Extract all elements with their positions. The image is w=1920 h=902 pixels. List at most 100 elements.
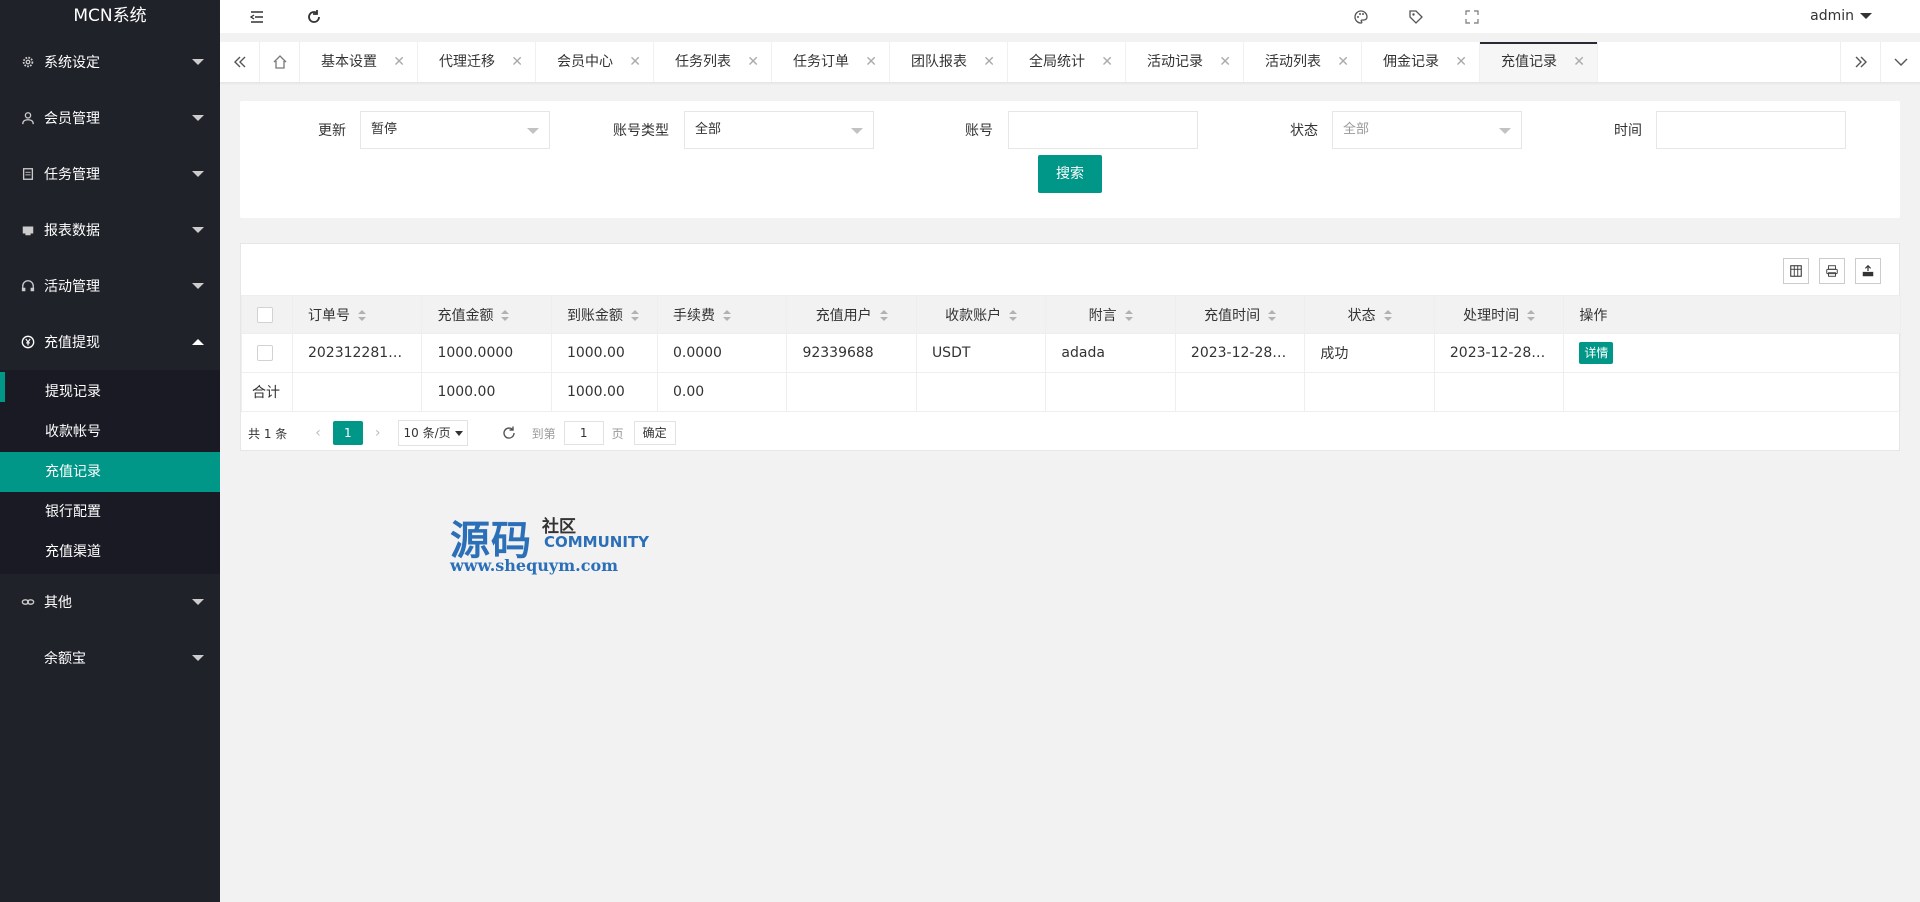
sort-icon[interactable] <box>1009 309 1018 322</box>
home-icon[interactable] <box>260 42 300 82</box>
close-icon[interactable]: ✕ <box>865 42 877 82</box>
search-button[interactable]: 搜索 <box>1038 155 1102 193</box>
status-select[interactable]: 全部 <box>1332 111 1522 149</box>
tab-recharge-records[interactable]: 充值记录 ✕ <box>1480 42 1598 82</box>
user-menu[interactable]: admin <box>1810 8 1872 24</box>
close-icon[interactable]: ✕ <box>983 42 995 82</box>
print-icon[interactable] <box>1819 258 1845 284</box>
tab-agent-migration[interactable]: 代理迁移 ✕ <box>418 42 536 82</box>
sidebar-item-other[interactable]: 其他 <box>0 574 220 630</box>
column-header-order-no[interactable]: 订单号 <box>291 295 423 334</box>
tabs-menu-chevron-down-icon[interactable] <box>1880 42 1920 82</box>
sort-icon[interactable] <box>1383 309 1392 322</box>
sort-icon[interactable] <box>1124 309 1133 322</box>
column-header-amount[interactable]: 充值金额 <box>421 295 552 334</box>
select-all-cell <box>241 295 293 334</box>
sidebar-subitem-withdraw-records[interactable]: 提现记录 <box>0 372 220 412</box>
close-icon[interactable]: ✕ <box>747 42 759 82</box>
sidebar-subitem-recharge-channels[interactable]: 充值渠道 <box>0 532 220 572</box>
sort-icon[interactable] <box>1268 309 1277 322</box>
tab-global-stats[interactable]: 全局统计 ✕ <box>1008 42 1126 82</box>
sidebar-item-recharge-withdraw[interactable]: 充值提现 <box>0 314 220 370</box>
cell-received: 1000.00 <box>550 333 658 373</box>
prev-page-icon[interactable]: ‹ <box>315 425 321 441</box>
column-header-recharge-time[interactable]: 充值时间 <box>1174 295 1306 334</box>
close-icon[interactable]: ✕ <box>629 42 641 82</box>
sidebar-item-label: 余额宝 <box>44 651 86 667</box>
detail-button[interactable]: 详情 <box>1579 342 1614 364</box>
fullscreen-icon[interactable] <box>1463 8 1481 26</box>
goto-page-input[interactable]: 1 <box>563 421 604 445</box>
refresh-icon[interactable] <box>500 424 518 442</box>
sort-icon[interactable] <box>722 309 731 322</box>
tab-member-center[interactable]: 会员中心 ✕ <box>536 42 654 82</box>
sidebar-subitem-label: 收款帐号 <box>45 424 101 440</box>
sort-icon[interactable] <box>501 309 510 322</box>
close-icon[interactable]: ✕ <box>1573 42 1585 82</box>
top-header: admin <box>220 0 1920 34</box>
tabs-scroll-right-icon[interactable] <box>1840 42 1880 82</box>
tab-commission-records[interactable]: 佣金记录 ✕ <box>1362 42 1480 82</box>
sidebar-subitem-bank-config[interactable]: 银行配置 <box>0 492 220 532</box>
tab-label: 代理迁移 <box>439 54 495 70</box>
menu-collapse-icon[interactable] <box>248 8 266 26</box>
export-icon[interactable] <box>1855 258 1881 284</box>
tab-activity-records[interactable]: 活动记录 ✕ <box>1126 42 1244 82</box>
palette-icon[interactable] <box>1352 8 1370 26</box>
goto-label: 到第 <box>531 426 556 441</box>
cell-remark: adada <box>1045 333 1176 373</box>
cell-user: 92339688 <box>786 333 917 373</box>
column-header-user[interactable]: 充值用户 <box>786 295 917 334</box>
select-all-checkbox[interactable] <box>257 306 273 323</box>
cell-status: 成功 <box>1304 333 1435 373</box>
refresh-icon[interactable] <box>305 8 323 26</box>
column-header-process-time[interactable]: 处理时间 <box>1433 295 1565 334</box>
close-icon[interactable]: ✕ <box>1455 42 1467 82</box>
page-size-select[interactable]: 10 条/页 <box>398 420 468 446</box>
sidebar-subitem-recharge-records[interactable]: 充值记录 <box>0 452 220 492</box>
sidebar-item-system-settings[interactable]: 系统设定 <box>0 34 220 90</box>
tabs-scroll-left-icon[interactable] <box>220 42 260 82</box>
tab-task-orders[interactable]: 任务订单 ✕ <box>772 42 890 82</box>
page-number-current[interactable]: 1 <box>332 421 363 445</box>
sort-icon[interactable] <box>879 309 888 322</box>
sidebar-item-label: 系统设定 <box>44 55 100 71</box>
column-header-fee[interactable]: 手续费 <box>656 295 788 334</box>
row-checkbox[interactable] <box>257 345 273 361</box>
sidebar-subitem-label: 提现记录 <box>45 384 101 400</box>
sidebar-item-yuebao[interactable]: 余额宝 <box>0 630 220 686</box>
close-icon[interactable]: ✕ <box>1337 42 1349 82</box>
sidebar-item-activities[interactable]: 活动管理 <box>0 258 220 314</box>
sidebar-subitem-payment-accounts[interactable]: 收款帐号 <box>0 412 220 452</box>
column-header-account[interactable]: 收款账户 <box>915 295 1047 334</box>
tab-activity-list[interactable]: 活动列表 ✕ <box>1244 42 1362 82</box>
tab-basic-settings[interactable]: 基本设置 ✕ <box>300 42 418 82</box>
table-header-row: 订单号 充值金额 到账金额 手续费 充值用户 收款账户 附言 充值时间 状态 处… <box>241 295 1901 334</box>
time-input[interactable] <box>1656 111 1846 149</box>
sidebar-item-members[interactable]: 会员管理 <box>0 90 220 146</box>
update-select[interactable]: 暂停 <box>360 111 550 149</box>
sidebar-item-tasks[interactable]: 任务管理 <box>0 146 220 202</box>
goto-confirm-button[interactable]: 确定 <box>633 421 676 445</box>
columns-filter-icon[interactable] <box>1783 258 1809 284</box>
sort-icon[interactable] <box>357 309 366 322</box>
tab-task-list[interactable]: 任务列表 ✕ <box>654 42 772 82</box>
sort-icon[interactable] <box>1527 309 1536 322</box>
close-icon[interactable]: ✕ <box>1219 42 1231 82</box>
sidebar-item-reports[interactable]: 报表数据 <box>0 202 220 258</box>
sort-icon[interactable] <box>630 309 639 322</box>
column-header-status[interactable]: 状态 <box>1304 295 1435 334</box>
account-input[interactable] <box>1008 111 1198 149</box>
column-header-remark[interactable]: 附言 <box>1045 295 1176 334</box>
tag-icon[interactable] <box>1407 8 1425 26</box>
chevron-down-icon <box>192 283 204 289</box>
watermark-community-en: COMMUNITY <box>544 533 650 551</box>
total-label-cell: 合计 <box>241 372 293 412</box>
close-icon[interactable]: ✕ <box>393 42 405 82</box>
next-page-icon[interactable]: › <box>375 425 381 441</box>
close-icon[interactable]: ✕ <box>511 42 523 82</box>
account-type-select[interactable]: 全部 <box>684 111 874 149</box>
column-header-received[interactable]: 到账金额 <box>550 295 658 334</box>
tab-team-report[interactable]: 团队报表 ✕ <box>890 42 1008 82</box>
close-icon[interactable]: ✕ <box>1101 42 1113 82</box>
